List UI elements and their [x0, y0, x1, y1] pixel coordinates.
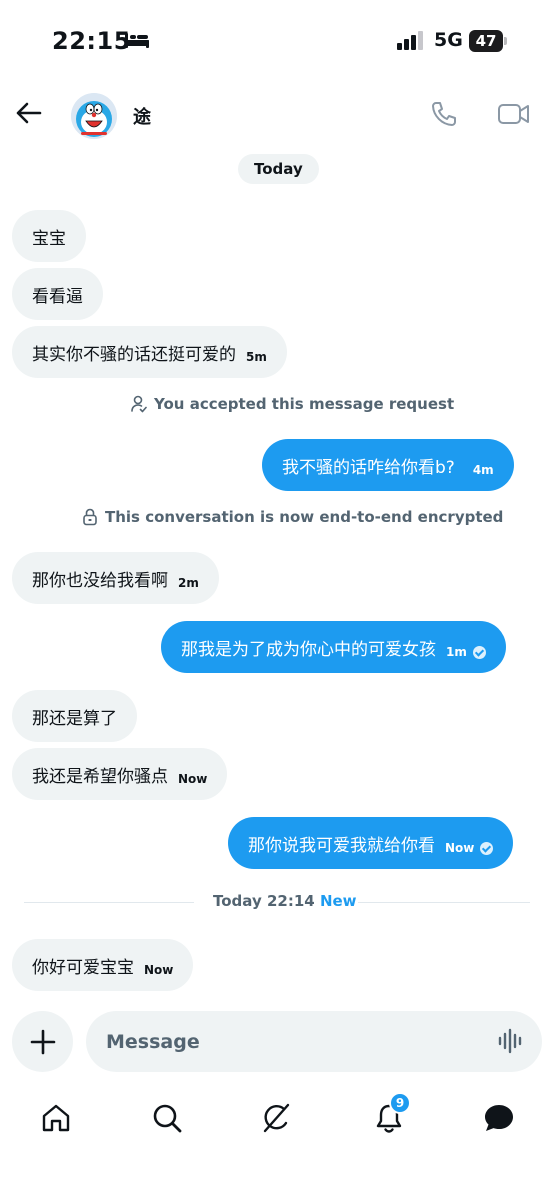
message-timestamp: 2m [178, 576, 199, 590]
notifications-badge: 9 [389, 1092, 411, 1114]
date-separator: Today [238, 154, 319, 184]
battery-indicator: 47 [469, 30, 507, 52]
grok-icon [263, 1103, 290, 1133]
network-type: 5G [434, 29, 463, 51]
tab-notifications[interactable]: 9 [369, 1092, 411, 1138]
message-request-accepted-note: You accepted this message request [131, 393, 454, 415]
message-text: 那还是算了 [32, 708, 117, 729]
message-bubble-incoming[interactable]: 我还是希望你骚点 Now [12, 748, 228, 800]
message-timestamp: Now [445, 841, 475, 855]
new-messages-divider: Today 22:14 New [24, 892, 530, 914]
doraemon-avatar-icon [71, 93, 117, 139]
message-text: 看看逼 [32, 286, 83, 307]
message-text: 那你说我可爱我就给你看 [248, 835, 435, 856]
messages-icon [485, 1105, 513, 1131]
divider-line-right [358, 902, 530, 903]
contact-name[interactable]: 途 [133, 103, 151, 129]
tab-grok[interactable] [257, 1098, 297, 1138]
message-bubble-outgoing[interactable]: 我不骚的话咋给你看b? 4m [262, 439, 514, 491]
divider-timestamp: Today 22:14 [213, 892, 315, 910]
divider-line-left [24, 902, 194, 903]
message-input[interactable] [106, 1027, 466, 1057]
person-check-icon [131, 395, 147, 413]
lock-icon [83, 508, 97, 526]
status-time: 22:15 [52, 27, 131, 55]
message-text: 那你也没给我看啊 [32, 570, 168, 591]
phone-icon [432, 102, 456, 126]
message-text: 宝宝 [32, 228, 66, 249]
video-call-button[interactable] [494, 96, 534, 132]
message-text: 我不骚的话咋给你看b? [282, 457, 455, 478]
home-icon [42, 1104, 70, 1132]
message-bubble-incoming[interactable]: 宝宝 [12, 210, 86, 262]
battery-level: 47 [469, 30, 503, 52]
cellular-signal-icon [397, 31, 423, 50]
message-bubble-outgoing[interactable]: 那我是为了成为你心中的可爱女孩 1m [161, 621, 506, 673]
add-attachment-button[interactable] [12, 1011, 73, 1072]
read-receipt-icon [480, 841, 494, 855]
encryption-note: This conversation is now end-to-end encr… [82, 506, 503, 528]
message-bubble-incoming[interactable]: 看看逼 [12, 268, 103, 320]
message-bubble-incoming[interactable]: 那还是算了 [12, 690, 137, 742]
status-bar: 22:15 5G 47 [0, 0, 554, 84]
plus-icon [30, 1029, 55, 1054]
back-button[interactable] [12, 96, 46, 130]
sleep-focus-icon [125, 33, 149, 48]
contact-avatar[interactable] [71, 93, 117, 139]
tab-search[interactable] [147, 1098, 187, 1138]
message-timestamp: Now [144, 963, 174, 977]
voice-message-button[interactable] [496, 1026, 526, 1056]
message-bubble-incoming[interactable]: 那你也没给我看啊 2m [12, 552, 219, 604]
message-timestamp: 1m [446, 645, 467, 659]
message-text: 我还是希望你骚点 [32, 766, 168, 787]
message-composer [86, 1011, 542, 1072]
arrow-left-icon [16, 102, 42, 124]
bottom-navigation: 9 [0, 1088, 554, 1148]
waveform-icon [498, 1028, 522, 1054]
tab-home[interactable] [36, 1098, 76, 1138]
tab-messages[interactable] [479, 1098, 519, 1138]
message-bubble-incoming[interactable]: 其实你不骚的话还挺可爱的 5m [12, 326, 287, 378]
message-bubble-incoming[interactable]: 你好可爱宝宝 Now [12, 939, 194, 991]
read-receipt-icon [472, 645, 486, 659]
search-icon [153, 1104, 182, 1133]
conversation-header: 途 [0, 84, 554, 144]
message-text: 那我是为了成为你心中的可爱女孩 [181, 639, 436, 660]
system-note-text: You accepted this message request [154, 395, 455, 413]
divider-label: Today 22:14 New [213, 892, 357, 910]
message-timestamp: 5m [246, 350, 267, 364]
video-camera-icon [498, 104, 529, 124]
message-text: 其实你不骚的话还挺可爱的 [32, 344, 236, 365]
battery-tip [504, 37, 507, 45]
new-label: New [319, 892, 357, 910]
message-text: 你好可爱宝宝 [32, 957, 134, 978]
system-note-text: This conversation is now end-to-end encr… [105, 508, 504, 526]
message-timestamp: 4m [472, 463, 494, 477]
message-timestamp: Now [178, 772, 208, 786]
message-bubble-outgoing[interactable]: 那你说我可爱我就给你看 Now [228, 817, 514, 869]
voice-call-button[interactable] [426, 96, 462, 132]
